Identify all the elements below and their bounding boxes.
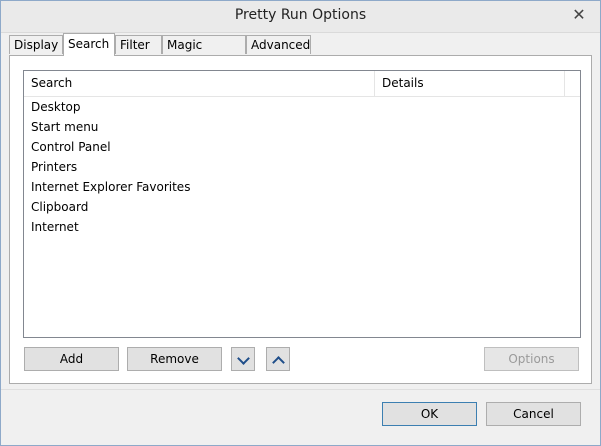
search-list[interactable]: Search Details Desktop Start menu Contro… [23, 70, 581, 338]
list-item[interactable]: Control Panel [24, 137, 580, 157]
column-header-details[interactable]: Details [375, 71, 565, 96]
list-item[interactable]: Internet Explorer Favorites [24, 177, 580, 197]
close-icon: ✕ [572, 4, 586, 24]
list-header: Search Details [24, 71, 580, 97]
list-item[interactable]: Desktop [24, 97, 580, 117]
tab-magic-words[interactable]: Magic words [162, 35, 246, 71]
ok-button[interactable]: OK [382, 402, 477, 426]
list-item[interactable]: Clipboard [24, 197, 580, 217]
window-title: Pretty Run Options [234, 7, 367, 23]
chevron-up-icon [271, 356, 285, 369]
tab-search[interactable]: Search [63, 33, 115, 56]
tab-display[interactable]: Display [9, 35, 63, 54]
list-item[interactable]: Internet [24, 217, 580, 237]
list-item[interactable]: Start menu [24, 117, 580, 137]
title-bar: Pretty Run Options ✕ [1, 1, 600, 33]
options-button[interactable]: Options [484, 347, 579, 371]
move-down-button[interactable] [231, 347, 255, 371]
remove-button[interactable]: Remove [127, 347, 222, 371]
dialog-footer: OK Cancel [1, 389, 600, 445]
list-rows: Desktop Start menu Control Panel Printer… [24, 97, 580, 237]
tab-advanced[interactable]: Advanced [246, 35, 311, 54]
tab-filter[interactable]: Filter [115, 35, 162, 54]
cancel-button[interactable]: Cancel [486, 402, 581, 426]
column-header-search[interactable]: Search [24, 71, 375, 96]
close-button[interactable]: ✕ [566, 3, 592, 25]
list-item[interactable]: Printers [24, 157, 580, 177]
move-up-button[interactable] [266, 347, 290, 371]
chevron-down-icon [236, 352, 250, 365]
add-button[interactable]: Add [24, 347, 119, 371]
search-tab-panel: Search Details Desktop Start menu Contro… [9, 55, 592, 384]
options-window: Pretty Run Options ✕ Display Search Filt… [0, 0, 601, 446]
